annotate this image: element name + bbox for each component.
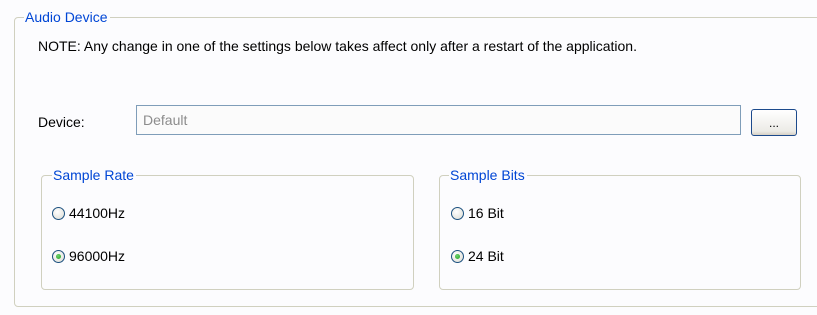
device-label: Device:	[38, 114, 85, 130]
device-field[interactable]	[136, 105, 741, 135]
sample-bits-group-title: Sample Bits	[449, 166, 527, 184]
restart-note: NOTE: Any change in one of the settings …	[38, 38, 637, 54]
radio-label: 16 Bit	[468, 205, 504, 221]
radio-button[interactable]	[52, 206, 65, 220]
radio-option-96000hz[interactable]: 96000Hz	[52, 247, 125, 265]
radio-label: 44100Hz	[69, 205, 126, 221]
audio-device-group-title: Audio Device	[24, 8, 110, 26]
radio-button-selected[interactable]	[52, 249, 65, 263]
radio-label: 96000Hz	[69, 248, 126, 264]
radio-option-44100hz[interactable]: 44100Hz	[52, 204, 125, 222]
radio-option-24-bit[interactable]: 24 Bit	[451, 247, 504, 265]
audio-settings-panel: Audio Device NOTE: Any change in one of …	[0, 0, 817, 315]
radio-button-selected[interactable]	[451, 249, 464, 263]
sample-rate-group-title: Sample Rate	[52, 166, 136, 184]
sample-bits-group: Sample Bits 16 Bit 24 Bit	[439, 166, 801, 290]
browse-device-button[interactable]: ...	[751, 109, 797, 136]
radio-label: 24 Bit	[468, 248, 504, 264]
radio-button[interactable]	[451, 206, 464, 220]
sample-rate-group: Sample Rate 44100Hz 96000Hz	[41, 166, 414, 290]
radio-option-16-bit[interactable]: 16 Bit	[451, 204, 504, 222]
